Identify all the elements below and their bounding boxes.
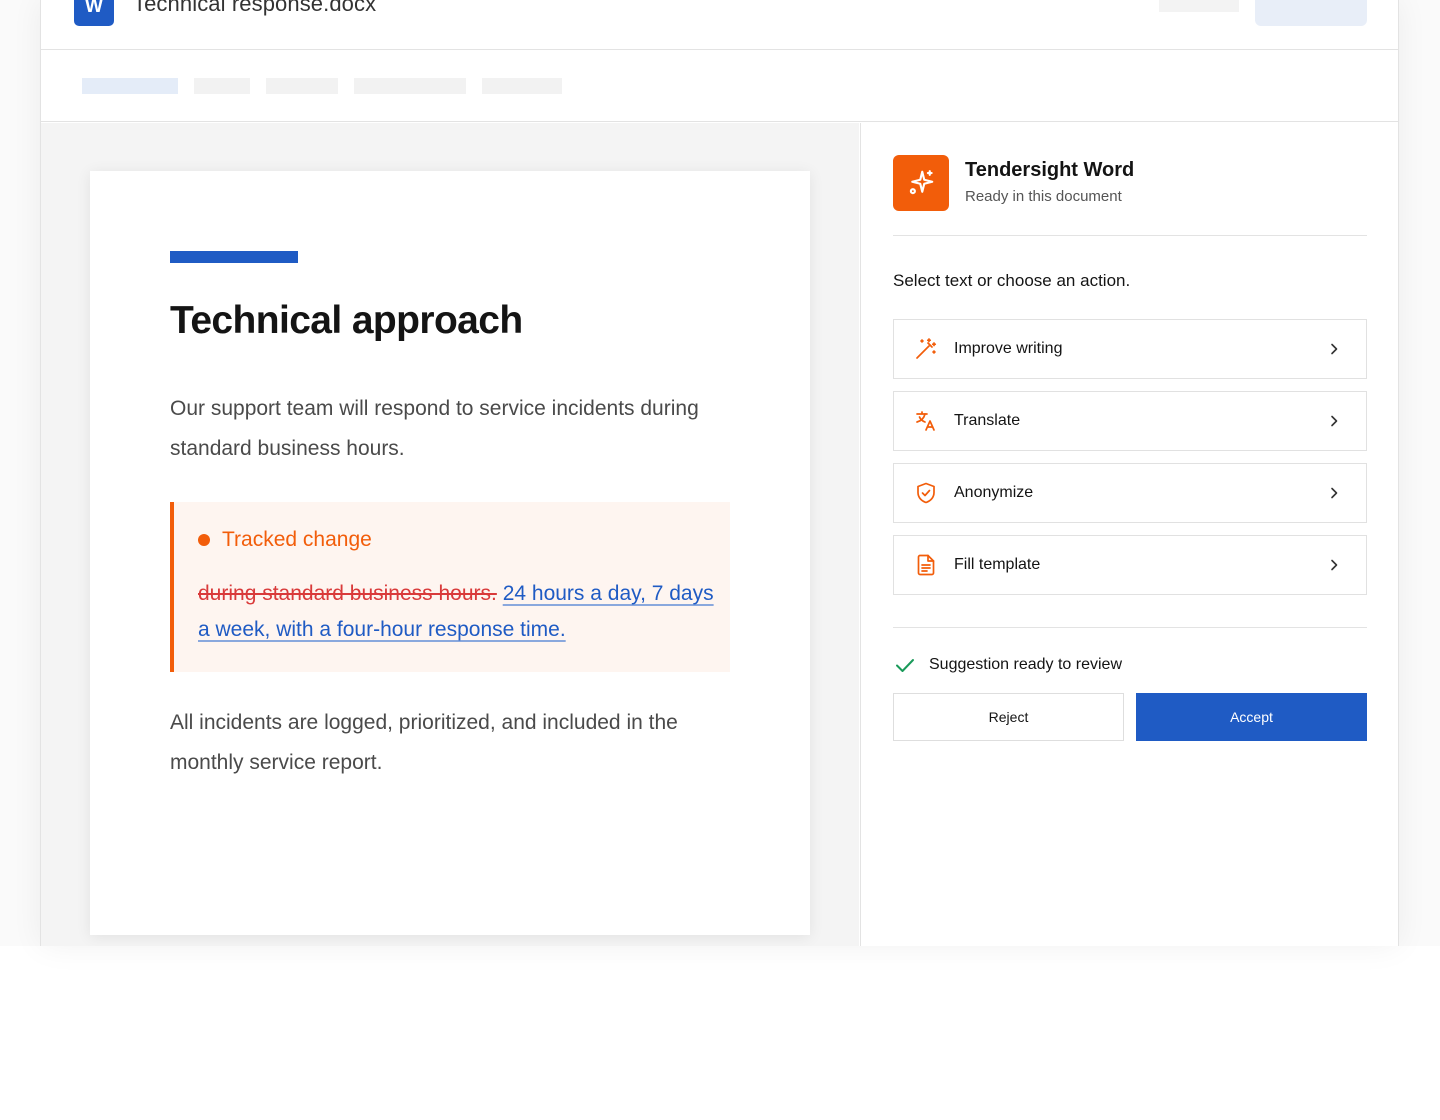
reject-button[interactable]: Reject bbox=[893, 693, 1124, 741]
word-window: W Technical response.docx Technical appr… bbox=[40, 0, 1399, 946]
chevron-right-icon bbox=[1324, 339, 1344, 359]
tracked-change-block[interactable]: Tracked change during standard business … bbox=[170, 502, 730, 672]
addin-panel: Tendersight Word Ready in this document … bbox=[860, 123, 1398, 946]
translate-button[interactable]: Translate bbox=[893, 391, 1367, 451]
translate-label: Translate bbox=[954, 412, 1021, 429]
chevron-right-icon bbox=[1324, 411, 1344, 431]
suggestion-status: Suggestion ready to review bbox=[893, 653, 1122, 677]
document-page[interactable]: Technical approach Our support team will… bbox=[90, 171, 810, 935]
anonymize-label: Anonymize bbox=[954, 484, 1034, 501]
action-prompt: Select text or choose an action. bbox=[893, 271, 1131, 290]
shield-check-icon bbox=[914, 481, 938, 505]
ribbon-tab[interactable] bbox=[482, 78, 562, 94]
chevron-right-icon bbox=[1324, 483, 1344, 503]
suggestion-status-text: Suggestion ready to review bbox=[929, 656, 1122, 673]
accept-button[interactable]: Accept bbox=[1136, 693, 1367, 741]
ribbon-tab[interactable] bbox=[354, 78, 466, 94]
improve-writing-label: Improve writing bbox=[954, 340, 1063, 357]
document-title: Technical response.docx bbox=[133, 0, 377, 16]
ribbon-tab[interactable] bbox=[266, 78, 338, 94]
panel-subtitle: Ready in this document bbox=[965, 188, 1122, 205]
paragraph-1[interactable]: Our support team will respond to service… bbox=[170, 389, 730, 469]
document-canvas: Technical approach Our support team will… bbox=[41, 123, 859, 946]
anonymize-button[interactable]: Anonymize bbox=[893, 463, 1367, 523]
heading-accent-bar bbox=[170, 251, 298, 263]
tracked-change-label: Tracked change bbox=[198, 528, 372, 552]
improve-writing-button[interactable]: Improve writing bbox=[893, 319, 1367, 379]
word-app-icon: W bbox=[74, 0, 114, 26]
ribbon bbox=[41, 51, 1398, 122]
deleted-text: during standard business hours. bbox=[198, 582, 497, 605]
fill-template-label: Fill template bbox=[954, 556, 1041, 573]
title-bar: W Technical response.docx bbox=[41, 0, 1398, 50]
panel-title: Tendersight Word bbox=[965, 159, 1135, 181]
panel-divider bbox=[893, 235, 1367, 236]
paragraph-2[interactable]: All incidents are logged, prioritized, a… bbox=[170, 703, 730, 783]
tracked-change-text[interactable]: during standard business hours. 24 hours… bbox=[198, 576, 718, 648]
tracked-change-dot-icon bbox=[198, 534, 210, 546]
magic-wand-icon bbox=[914, 337, 938, 361]
fill-template-button[interactable]: Fill template bbox=[893, 535, 1367, 595]
tracked-change-label-text: Tracked change bbox=[222, 528, 372, 551]
ribbon-tab[interactable] bbox=[194, 78, 250, 94]
checkmark-icon bbox=[893, 653, 917, 677]
titlebar-placeholder bbox=[1159, 0, 1239, 12]
translate-icon bbox=[914, 409, 938, 433]
panel-divider bbox=[893, 627, 1367, 628]
chevron-right-icon bbox=[1324, 555, 1344, 575]
titlebar-button-placeholder[interactable] bbox=[1255, 0, 1367, 26]
document-icon bbox=[914, 553, 938, 577]
document-heading: Technical approach bbox=[170, 299, 523, 342]
sparkle-logo-icon bbox=[893, 155, 949, 211]
ribbon-tab-active[interactable] bbox=[82, 78, 178, 94]
